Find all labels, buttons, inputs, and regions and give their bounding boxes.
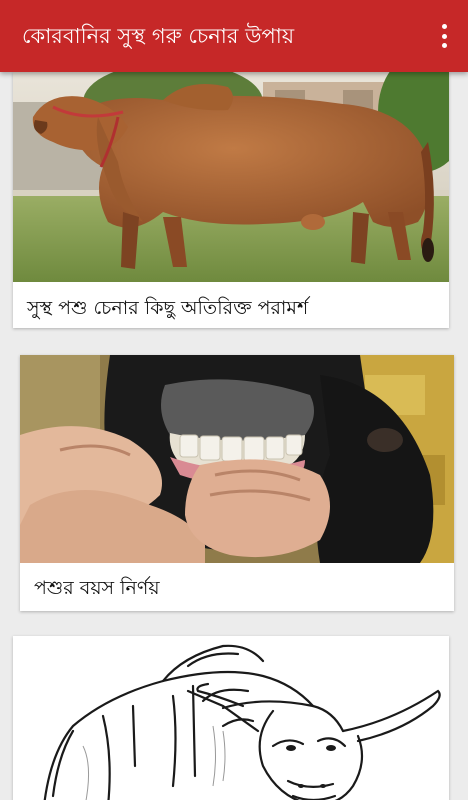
bull-sketch-drawing [13, 636, 449, 800]
card-caption: সুস্থ পশু চেনার কিছু অতিরিক্ত পরামর্শ [27, 297, 309, 319]
app-bar: কোরবানির সুস্থ গরু চেনার উপায় [0, 0, 468, 72]
card-caption: পশুর বয়স নির্ণয় [34, 577, 160, 599]
app-title: কোরবানির সুস্থ গরু চেনার উপায় [22, 24, 295, 48]
more-vert-icon[interactable] [434, 22, 454, 50]
cow-teeth-photo [20, 355, 454, 563]
article-card[interactable] [13, 636, 449, 800]
article-card[interactable]: পশুর বয়স নির্ণয় [20, 355, 454, 611]
article-card[interactable]: সুস্থ পশু চেনার কিছু অতিরিক্ত পরামর্শ [13, 72, 449, 328]
brown-bull-photo [13, 72, 449, 282]
